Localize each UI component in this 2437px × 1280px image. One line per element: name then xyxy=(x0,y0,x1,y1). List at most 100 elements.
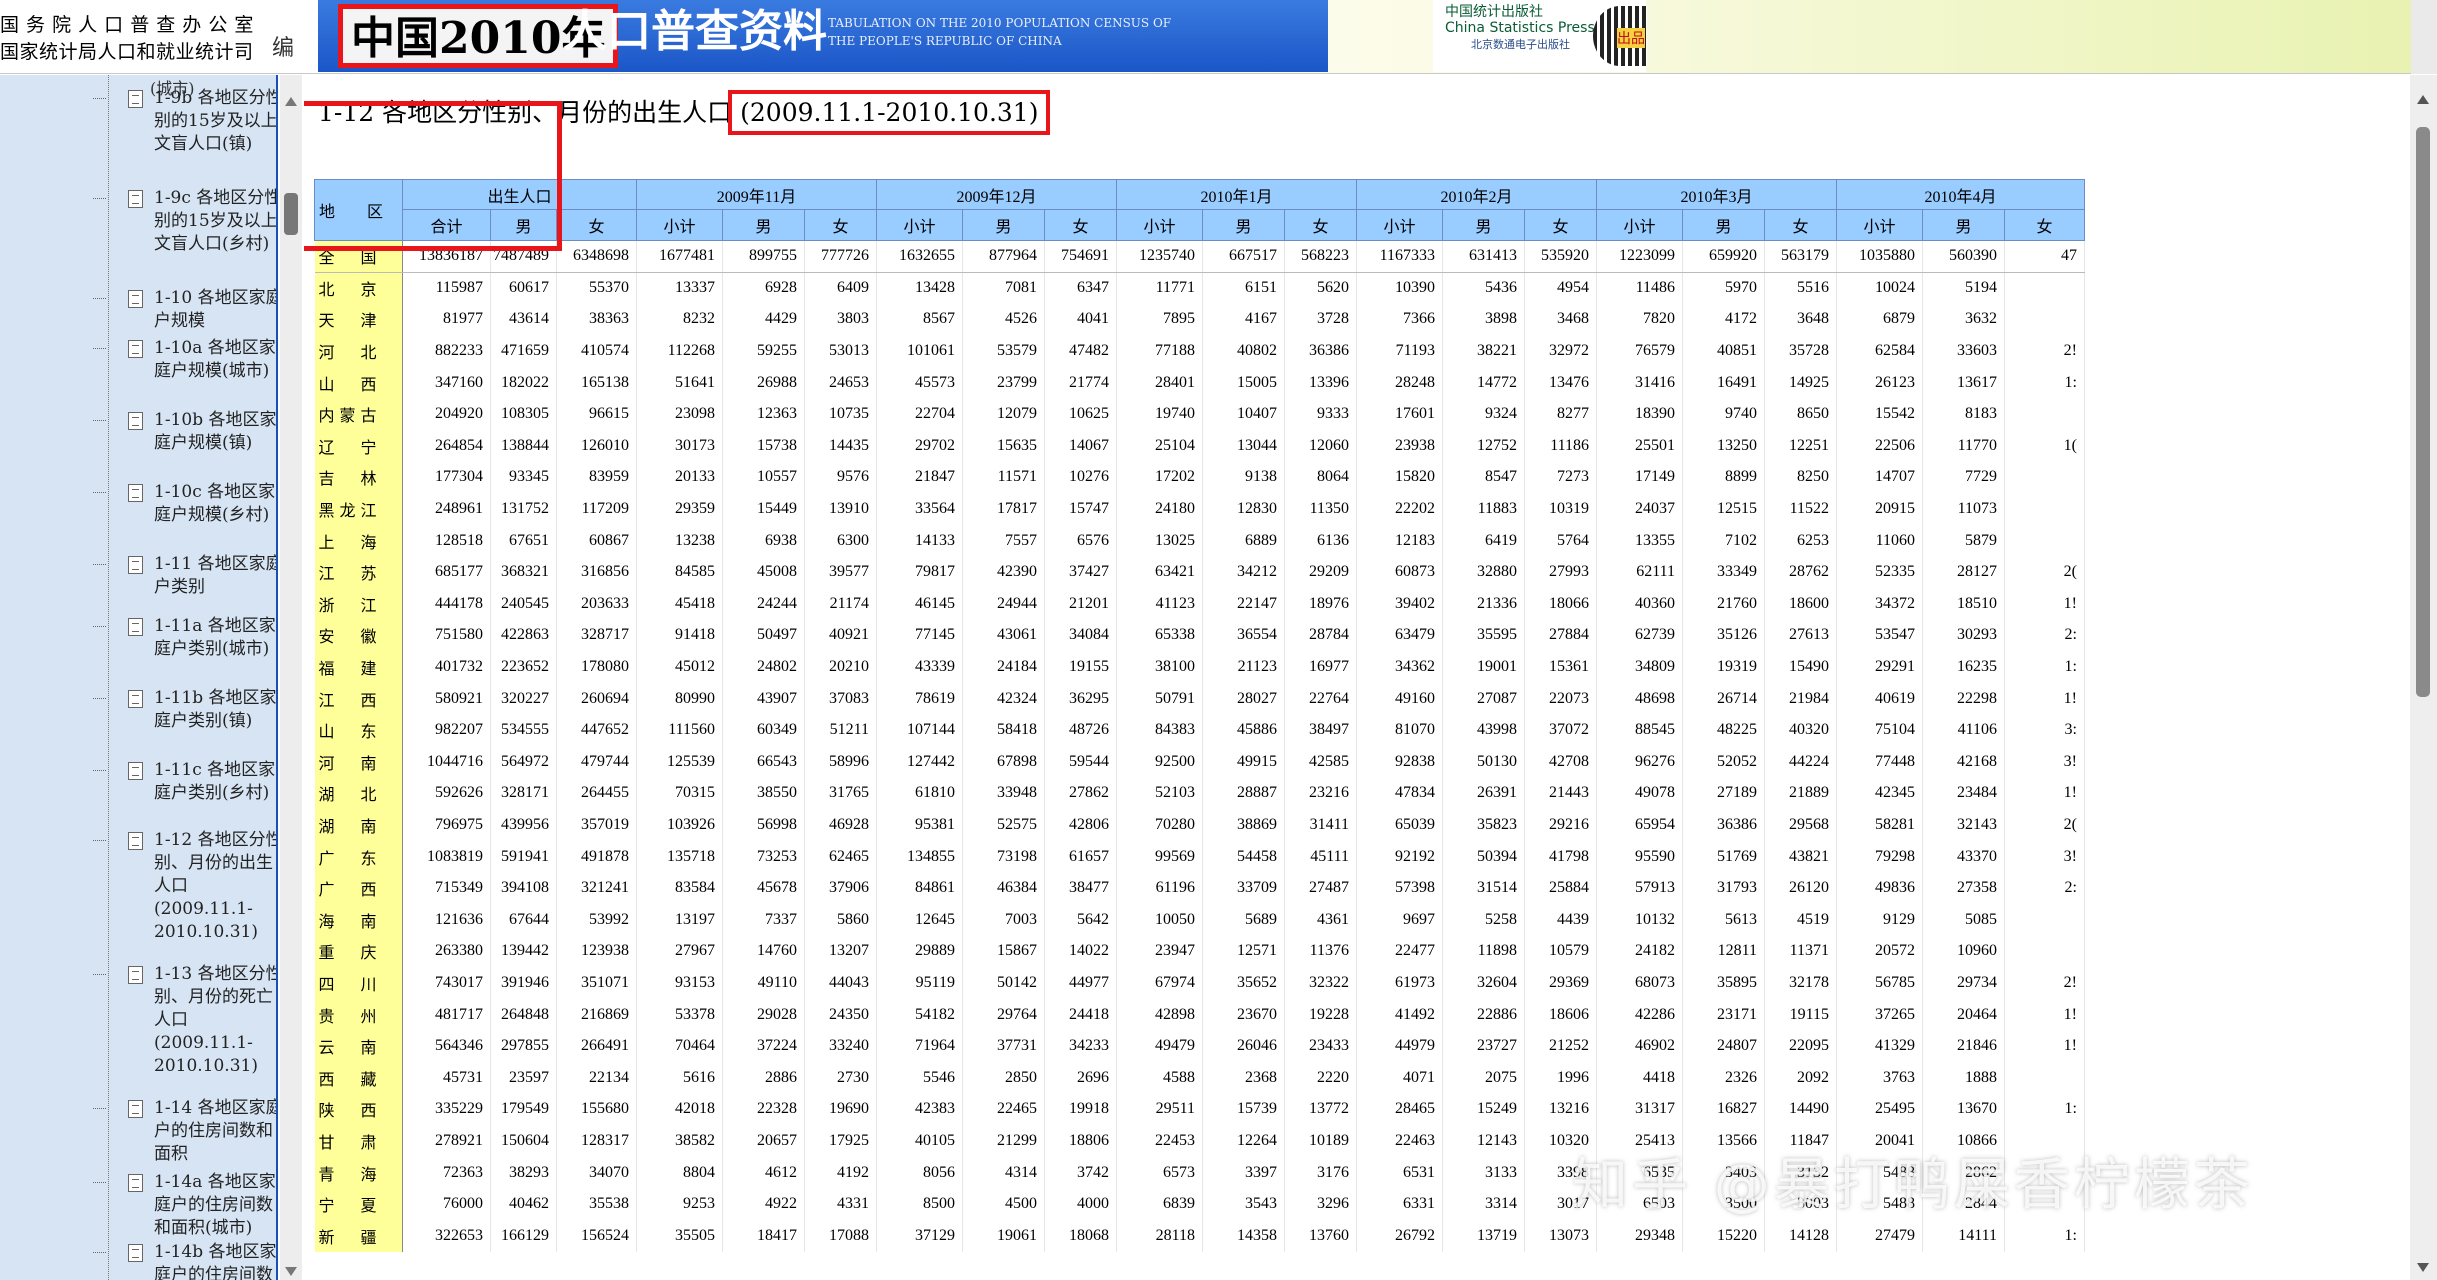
value-cell: 44043 xyxy=(804,967,877,999)
value-cell: 328717 xyxy=(556,619,637,652)
value-cell: 24944 xyxy=(962,588,1045,620)
value-cell: 22463 xyxy=(1356,1125,1443,1157)
value-cell: 4526 xyxy=(962,303,1045,336)
column-group-header: 2009年11月 xyxy=(636,179,877,210)
value-cell: 67974 xyxy=(1116,967,1203,999)
value-cell: 535920 xyxy=(1524,240,1597,273)
value-cell: 23947 xyxy=(1116,935,1203,968)
value-cell: 23670 xyxy=(1202,998,1285,1031)
main-content: 1-12 各地区分性别、月份的出生人口 (2009.11.1-2010.10.31… xyxy=(304,75,2410,1280)
column-group-header: 2010年2月 xyxy=(1356,179,1597,210)
main-scrollbar[interactable] xyxy=(2410,75,2437,1280)
value-cell: 29359 xyxy=(636,493,723,525)
value-cell: 45111 xyxy=(1284,840,1357,873)
value-cell: 32880 xyxy=(1442,556,1525,589)
value-cell: 19740 xyxy=(1116,398,1203,431)
scroll-down-icon[interactable] xyxy=(285,1267,297,1276)
value-cell: 27613 xyxy=(1764,619,1837,652)
column-subheader: 小计 xyxy=(1596,209,1683,241)
value-cell: 264854 xyxy=(402,430,491,462)
value-cell: 4361 xyxy=(1284,903,1357,936)
tree-item-label: 1-12 各地区分性别、月份的出生人口(2009.11.1-2010.10.31… xyxy=(154,830,278,942)
region-cell: 新 疆 xyxy=(314,1219,403,1252)
value-cell: 45678 xyxy=(722,872,805,904)
scroll-up-icon[interactable] xyxy=(2417,95,2429,104)
value-cell: 18068 xyxy=(1044,1219,1117,1252)
scroll-down-icon[interactable] xyxy=(2417,1263,2429,1272)
value-cell: 19061 xyxy=(962,1219,1045,1252)
value-cell: 21252 xyxy=(1524,1030,1597,1062)
value-cell: 67644 xyxy=(490,903,557,936)
value-cell: 56785 xyxy=(1836,967,1923,999)
table-row: 天 津 81977 43614 38363 8232 4429 3803 8567 4526 40… xyxy=(314,303,2085,336)
table-row: 湖 南 796975 439956 357019 103926 56998 46928 953… xyxy=(314,809,2085,841)
value-cell: 4418 xyxy=(1596,1061,1683,1094)
value-cell: 123938 xyxy=(556,935,637,968)
value-cell: 77448 xyxy=(1836,746,1923,778)
value-cell: 491878 xyxy=(556,840,637,873)
value-cell: 471659 xyxy=(490,335,557,367)
value-cell: 22477 xyxy=(1356,935,1443,968)
value-cell: 84383 xyxy=(1116,714,1203,746)
value-cell: 4314 xyxy=(962,1156,1045,1189)
table-row: 黑龙江 248961 131752 117209 29359 15449 13910 3356… xyxy=(314,493,2085,525)
document-icon xyxy=(128,1100,143,1118)
table-row: 江 西 580921 320227 260694 80990 43907 37083 7861… xyxy=(314,682,2085,715)
tree-item-label: 1-14b 各地区家庭户的住房间数和面积 xyxy=(154,1242,277,1280)
value-cell xyxy=(2004,272,2085,304)
scroll-up-icon[interactable] xyxy=(285,97,297,106)
value-cell: 21201 xyxy=(1044,588,1117,620)
value-cell: 3132 xyxy=(1764,1156,1837,1189)
value-cell: 29209 xyxy=(1284,556,1357,589)
value-cell: 25501 xyxy=(1596,430,1683,462)
value-cell: 13772 xyxy=(1284,1093,1357,1126)
value-cell: 10866 xyxy=(1922,1125,2005,1157)
value-cell: 35595 xyxy=(1442,619,1525,652)
value-cell: 24653 xyxy=(804,366,877,399)
scroll-thumb[interactable] xyxy=(2416,127,2430,697)
value-cell: 2( xyxy=(2004,556,2085,589)
value-cell: 27189 xyxy=(1682,777,1765,810)
value-cell: 32178 xyxy=(1764,967,1837,999)
value-cell: 5194 xyxy=(1922,272,2005,304)
value-cell: 335229 xyxy=(402,1093,491,1126)
value-cell: 35126 xyxy=(1682,619,1765,652)
column-subheader: 男 xyxy=(1922,209,2005,241)
value-cell: 111560 xyxy=(636,714,723,746)
table-row: 青 海 72363 38293 34070 8804 4612 4192 8056 4314 37… xyxy=(314,1156,2085,1189)
scroll-thumb[interactable] xyxy=(284,193,298,235)
region-cell: 上 海 xyxy=(314,524,403,557)
value-cell: 117209 xyxy=(556,493,637,525)
value-cell: 37427 xyxy=(1044,556,1117,589)
region-cell: 宁 夏 xyxy=(314,1188,403,1220)
value-cell: 28784 xyxy=(1284,619,1357,652)
value-cell: 8250 xyxy=(1764,461,1837,494)
value-cell: 22465 xyxy=(962,1093,1045,1126)
value-cell: 33709 xyxy=(1202,872,1285,904)
value-cell: 24180 xyxy=(1116,493,1203,525)
value-cell: 4071 xyxy=(1356,1061,1443,1094)
value-cell: 10625 xyxy=(1044,398,1117,431)
value-cell: 754691 xyxy=(1044,240,1117,273)
value-cell: 99569 xyxy=(1116,840,1203,873)
value-cell: 447652 xyxy=(556,714,637,746)
value-cell: 63479 xyxy=(1356,619,1443,652)
value-cell: 62465 xyxy=(804,840,877,873)
value-cell: 4331 xyxy=(804,1188,877,1220)
value-cell: 13719 xyxy=(1442,1219,1525,1252)
value-cell: 10320 xyxy=(1524,1125,1597,1157)
value-cell: 564346 xyxy=(402,1030,491,1062)
value-cell: 14772 xyxy=(1442,366,1525,399)
title-period-highlight: (2009.11.1-2010.10.31) xyxy=(728,90,1051,135)
value-cell: 23597 xyxy=(490,1061,557,1094)
sidebar-scrollbar[interactable] xyxy=(280,75,302,1280)
csp-logo-text: 中国统计出版社 China Statistics Press xyxy=(1445,4,1595,36)
value-cell: 44224 xyxy=(1764,746,1837,778)
value-cell: 9253 xyxy=(636,1188,723,1220)
value-cell: 13617 xyxy=(1922,366,2005,399)
value-cell: 7081 xyxy=(962,272,1045,304)
table-row: 福 建 401732 223652 178080 45012 24802 20210 4333… xyxy=(314,651,2085,683)
header-scrollbar[interactable] xyxy=(2411,0,2437,74)
value-cell: 2075 xyxy=(1442,1061,1525,1094)
value-cell: 16977 xyxy=(1284,651,1357,683)
